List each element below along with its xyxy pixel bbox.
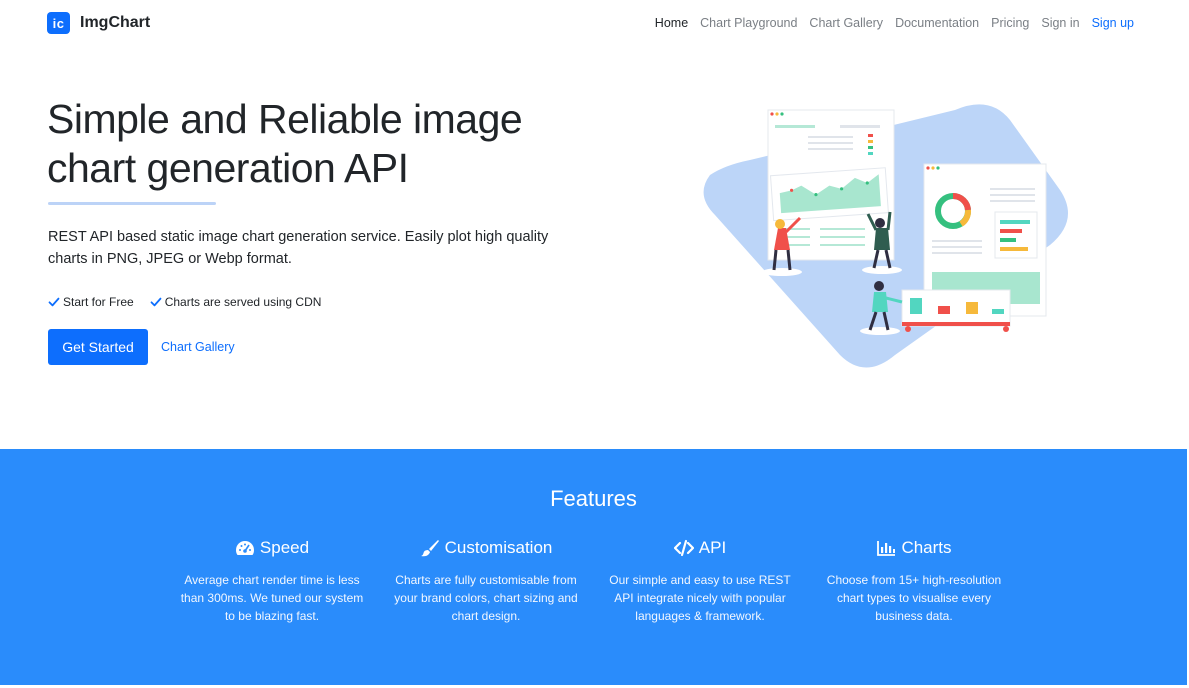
nav-link-sign-up[interactable]: Sign up bbox=[1092, 16, 1134, 30]
nav-link-documentation[interactable]: Documentation bbox=[895, 16, 979, 30]
check-item-free: Start for Free bbox=[48, 295, 134, 309]
nav-link-pricing[interactable]: Pricing bbox=[991, 16, 1029, 30]
code-icon bbox=[673, 539, 694, 557]
bar-chart-cart bbox=[901, 289, 1011, 332]
brand-link[interactable]: ic ImgChart bbox=[47, 12, 150, 34]
nav-link-chart-gallery[interactable]: Chart Gallery bbox=[809, 16, 883, 30]
paint-brush-icon bbox=[420, 540, 439, 557]
hero-divider bbox=[48, 202, 216, 205]
speedometer-icon bbox=[235, 541, 254, 555]
check-icon bbox=[150, 297, 162, 307]
check-item-cdn: Charts are served using CDN bbox=[150, 295, 322, 309]
hero-description: REST API based static image chart genera… bbox=[48, 229, 549, 267]
hero-checklist: Start for Free Charts are served using C… bbox=[48, 295, 321, 309]
feature-heading: Customisation bbox=[391, 538, 581, 558]
hero-title: Simple and Reliable image chart generati… bbox=[47, 96, 523, 191]
navbar: ic ImgChart Home Chart Playground Chart … bbox=[0, 0, 1189, 48]
feature-api: API Our simple and easy to use REST API … bbox=[605, 538, 795, 625]
feature-heading: Charts bbox=[819, 538, 1009, 558]
feature-description: Average chart render time is less than 3… bbox=[180, 573, 364, 623]
brand-name: ImgChart bbox=[80, 14, 151, 31]
features-section: Features Speed Average chart render time… bbox=[0, 449, 1187, 685]
nav-link-chart-playground[interactable]: Chart Playground bbox=[700, 16, 797, 30]
nav-link-sign-in[interactable]: Sign in bbox=[1041, 16, 1079, 30]
feature-heading: API bbox=[605, 538, 795, 558]
line-chart-board bbox=[769, 167, 889, 222]
feature-charts: Charts Choose from 15+ high-resolution c… bbox=[819, 538, 1009, 625]
chart-gallery-link[interactable]: Chart Gallery bbox=[161, 340, 235, 354]
feature-title: Speed bbox=[259, 538, 310, 557]
feature-description: Choose from 15+ high-resolution chart ty… bbox=[826, 573, 1002, 623]
feature-speed: Speed Average chart render time is less … bbox=[177, 538, 367, 625]
features-title: Features bbox=[550, 486, 637, 511]
check-label: Start for Free bbox=[63, 295, 134, 309]
feature-title: API bbox=[698, 538, 727, 557]
brand-logo: ic bbox=[47, 12, 70, 34]
nav-link-home[interactable]: Home bbox=[655, 16, 688, 30]
feature-title: Charts bbox=[901, 538, 952, 557]
check-icon bbox=[48, 297, 60, 307]
feature-heading: Speed bbox=[177, 538, 367, 558]
nav-links: Home Chart Playground Chart Gallery Docu… bbox=[643, 16, 1134, 30]
feature-customisation: Customisation Charts are fully customisa… bbox=[391, 538, 581, 625]
bar-chart-icon bbox=[877, 541, 896, 556]
hero-illustration bbox=[703, 104, 1068, 368]
feature-description: Charts are fully customisable from your … bbox=[394, 573, 578, 623]
feature-description: Our simple and easy to use REST API inte… bbox=[609, 573, 791, 623]
get-started-button[interactable]: Get Started bbox=[48, 329, 148, 365]
feature-title: Customisation bbox=[444, 538, 553, 557]
check-label: Charts are served using CDN bbox=[164, 295, 322, 309]
